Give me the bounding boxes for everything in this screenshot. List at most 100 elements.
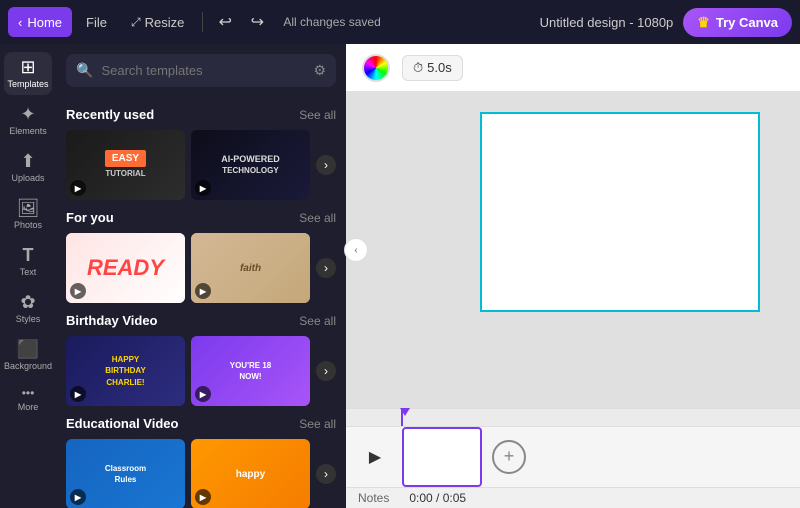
scrubber-head [401, 409, 403, 426]
search-icon: 🔍 [76, 62, 93, 79]
sidebar-icons: ⊞ Templates ✦ Elements ⬆ Uploads 🖼 Photo… [0, 44, 56, 508]
template-faith[interactable]: faith ▶ [191, 233, 310, 303]
save-status: All changes saved [283, 15, 380, 29]
nav-right: Untitled design - 1080p ♛ Try Canva [540, 8, 792, 37]
template-easy-tutorial[interactable]: EASY TUTORIAL ▶ [66, 130, 185, 200]
birthday-section-header: Birthday Video See all [66, 313, 336, 328]
for-you-section-header: For you See all [66, 210, 336, 225]
play-icon-classroom: ▶ [70, 489, 86, 505]
template-birthday-inner: HAPPY BIRTHDAY CHARLIE! ▶ [66, 336, 185, 406]
recently-used-section-header: Recently used See all [66, 107, 336, 122]
resize-icon: ⤢ [131, 15, 141, 30]
crown-icon: ♛ [697, 14, 710, 31]
uploads-icon: ⬆ [20, 152, 35, 170]
educational-next-arrow[interactable]: › [316, 464, 336, 484]
for-you-next-arrow[interactable]: › [316, 258, 336, 278]
templates-label: Templates [7, 79, 48, 89]
uploads-label: Uploads [11, 173, 44, 183]
main-layout: ⊞ Templates ✦ Elements ⬆ Uploads 🖼 Photo… [0, 44, 800, 508]
educational-section-header: Educational Video See all [66, 416, 336, 431]
educational-see-all[interactable]: See all [299, 417, 336, 431]
birthday-next-arrow[interactable]: › [316, 361, 336, 381]
play-icon-ai: ▶ [195, 180, 211, 196]
styles-icon: ✿ [20, 293, 35, 311]
timer-icon: ⏱ [413, 60, 423, 76]
template-classroom[interactable]: Classroom Rules ▶ [66, 439, 185, 508]
collapse-panel-button[interactable]: ‹ [344, 238, 368, 262]
undo-button[interactable]: ↩ [211, 8, 239, 36]
home-button[interactable]: ‹ Home [8, 7, 72, 37]
play-icon-easy: ▶ [70, 180, 86, 196]
sidebar-item-more[interactable]: ••• More [4, 381, 52, 418]
nav-divider [202, 12, 203, 32]
timer-badge[interactable]: ⏱ 5.0s [402, 55, 463, 81]
resize-button[interactable]: ⤢ Resize [121, 7, 194, 37]
template-ready[interactable]: READY ▶ [66, 233, 185, 303]
redo-icon: ↪ [251, 12, 264, 32]
template-happy-edu-inner: happy ▶ [191, 439, 310, 508]
sidebar-item-templates[interactable]: ⊞ Templates [4, 52, 52, 95]
add-clip-button[interactable]: + [492, 440, 526, 474]
timeline-bottom: Notes 0:00 / 0:05 [346, 487, 800, 508]
sidebar-item-elements[interactable]: ✦ Elements [4, 99, 52, 142]
canvas-frame [480, 112, 760, 312]
play-icon-ready: ▶ [70, 283, 86, 299]
birthday-see-all[interactable]: See all [299, 314, 336, 328]
navbar: ‹ Home File ⤢ Resize ↩ ↪ All changes sav… [0, 0, 800, 44]
template-youre-18[interactable]: YOU'RE 18 NOW! ▶ [191, 336, 310, 406]
sidebar-item-background[interactable]: ⬛ Background [4, 334, 52, 377]
timeline-area: ▶ + Notes 0:00 / 0:05 [346, 408, 800, 508]
play-triangle-icon: ▶ [369, 447, 381, 467]
file-button[interactable]: File [76, 7, 117, 37]
timeline-scrubber[interactable] [346, 409, 800, 427]
play-icon-birthday: ▶ [70, 386, 86, 402]
for-you-title: For you [66, 210, 114, 225]
recently-used-grid: EASY TUTORIAL ▶ AI-POWERED TECHNOLOGY ▶ [66, 130, 336, 200]
template-happy-birthday[interactable]: HAPPY BIRTHDAY CHARLIE! ▶ [66, 336, 185, 406]
template-ai-inner: AI-POWERED TECHNOLOGY ▶ [191, 130, 310, 200]
text-label: Text [20, 267, 37, 277]
timer-value: 5.0s [427, 60, 452, 75]
for-you-grid: READY ▶ faith ▶ › [66, 233, 336, 303]
home-label: Home [27, 15, 62, 30]
canvas-area: ⏱ 5.0s ‹ ▶ + [346, 44, 800, 508]
template-18-inner: YOU'RE 18 NOW! ▶ [191, 336, 310, 406]
for-you-see-all[interactable]: See all [299, 211, 336, 225]
educational-grid: Classroom Rules ▶ happy ▶ › [66, 439, 336, 508]
sidebar-item-uploads[interactable]: ⬆ Uploads [4, 146, 52, 189]
more-label: More [18, 402, 39, 412]
template-ai-powered[interactable]: AI-POWERED TECHNOLOGY ▶ [191, 130, 310, 200]
design-title: Untitled design - 1080p [540, 15, 674, 30]
recently-used-next-arrow[interactable]: › [316, 155, 336, 175]
educational-title: Educational Video [66, 416, 178, 431]
elements-icon: ✦ [20, 105, 35, 123]
template-easy-inner: EASY TUTORIAL ▶ [66, 130, 185, 200]
play-icon-faith: ▶ [195, 283, 211, 299]
timeline-play-button[interactable]: ▶ [358, 440, 392, 474]
chevron-left-icon: ‹ [18, 15, 22, 30]
elements-label: Elements [9, 126, 47, 136]
search-input[interactable] [101, 63, 305, 78]
canvas-workspace: ‹ [346, 92, 800, 408]
photos-icon: 🖼 [17, 199, 40, 217]
more-icon: ••• [22, 387, 35, 399]
sidebar-item-photos[interactable]: 🖼 Photos [4, 193, 52, 236]
template-happy-edu[interactable]: happy ▶ [191, 439, 310, 508]
file-label: File [86, 15, 107, 30]
recently-used-see-all[interactable]: See all [299, 108, 336, 122]
try-canva-button[interactable]: ♛ Try Canva [683, 8, 792, 37]
text-icon: T [23, 246, 34, 264]
templates-scroll: Recently used See all EASY TUTORIAL ▶ [56, 97, 346, 508]
resize-label: Resize [145, 15, 185, 30]
redo-button[interactable]: ↪ [243, 8, 271, 36]
sidebar-item-styles[interactable]: ✿ Styles [4, 287, 52, 330]
background-label: Background [4, 361, 52, 371]
filter-icon[interactable]: ⚙ [313, 62, 326, 79]
recently-used-title: Recently used [66, 107, 154, 122]
birthday-grid: HAPPY BIRTHDAY CHARLIE! ▶ YOU'RE 18 NOW! [66, 336, 336, 406]
color-picker[interactable] [362, 54, 390, 82]
background-icon: ⬛ [17, 340, 39, 358]
timeline-clip[interactable] [402, 427, 482, 487]
sidebar-item-text[interactable]: T Text [4, 240, 52, 283]
template-faith-inner: faith ▶ [191, 233, 310, 303]
